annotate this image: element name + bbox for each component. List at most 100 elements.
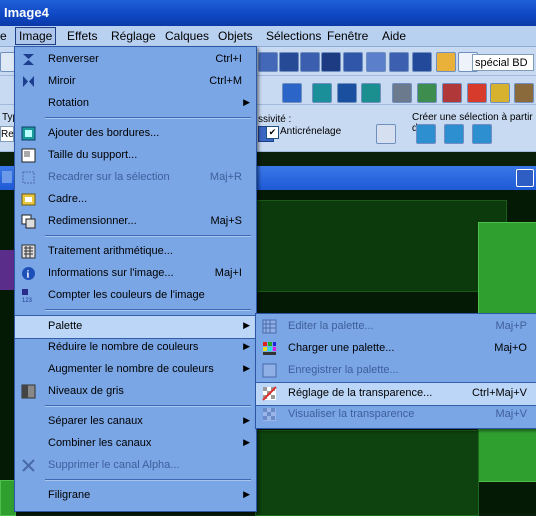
tool-icon-6[interactable]	[366, 52, 386, 72]
tool-icon-r2-2[interactable]	[312, 83, 332, 103]
svg-text:123: 123	[22, 298, 33, 303]
submenu-arrow-icon: ▶	[243, 97, 250, 107]
submenu-arrow-icon: ▶	[243, 437, 250, 447]
menu-effets[interactable]: Effets	[67, 29, 97, 43]
add-borders-icon	[21, 126, 36, 141]
menu-item-ajouter-bordures[interactable]: Ajouter des bordures...	[15, 123, 256, 145]
arithmetic-icon	[21, 244, 36, 259]
flip-vertical-icon	[21, 52, 36, 67]
tool-icon-8[interactable]	[412, 52, 432, 72]
tool-icon-r2-7[interactable]	[442, 83, 462, 103]
image-icon[interactable]	[436, 52, 456, 72]
menu-edit[interactable]: e	[0, 29, 7, 43]
submenu-item-charger-palette[interactable]: Charger une palette... Maj+O	[256, 338, 536, 360]
submenu-item-reglage-transparence[interactable]: Réglage de la transparence... Ctrl+Maj+V	[256, 382, 536, 406]
menu-aide[interactable]: Aide	[382, 29, 406, 43]
menu-item-palette[interactable]: Palette ▶	[15, 315, 256, 339]
selection-mode-2-icon[interactable]	[444, 124, 464, 144]
partial-dropdown[interactable]: Re	[0, 126, 14, 142]
submenu-arrow-icon: ▶	[243, 489, 250, 499]
transparency-settings-icon	[262, 386, 277, 401]
resize-icon	[21, 214, 36, 229]
grid-icon[interactable]	[389, 52, 409, 72]
minimize-icon[interactable]	[516, 169, 534, 187]
palette-submenu: Editer la palette... Maj+P Charger une p…	[255, 313, 536, 429]
tool-icon-r2-3[interactable]	[337, 83, 357, 103]
layer-selection-icon[interactable]	[472, 124, 492, 144]
tool-icon-r2-4[interactable]	[361, 83, 381, 103]
tool-icon-r2-1[interactable]	[282, 83, 302, 103]
selection-mode-1-icon[interactable]	[416, 124, 436, 144]
submenu-item-visualiser-transparence[interactable]: Visualiser la transparence Maj+V	[256, 404, 536, 426]
frame-icon	[21, 192, 36, 207]
menu-item-reduire-couleurs[interactable]: Réduire le nombre de couleurs ▶	[15, 337, 256, 359]
edit-palette-icon	[262, 319, 277, 334]
delete-alpha-icon	[21, 458, 36, 473]
menu-item-miroir[interactable]: Miroir Ctrl+M	[15, 71, 256, 93]
menu-item-compter-couleurs[interactable]: 123 Compter les couleurs de l'image	[15, 285, 256, 307]
antialias-checkbox[interactable]: ✔	[266, 126, 279, 139]
antialias-label: Anticrénelage	[280, 126, 342, 137]
tool-icon-2[interactable]	[279, 52, 299, 72]
menu-separator	[45, 117, 251, 119]
canvas-shape-5	[0, 250, 14, 290]
menu-item-combiner-canaux[interactable]: Combiner les canaux ▶	[15, 433, 256, 455]
special-dropdown[interactable]: spécial BD	[472, 54, 534, 71]
submenu-arrow-icon: ▶	[243, 341, 250, 351]
menu-item-cadre[interactable]: Cadre...	[15, 189, 256, 211]
info-icon: i	[21, 266, 36, 281]
menu-item-filigrane[interactable]: Filigrane ▶	[15, 485, 256, 507]
menu-item-niveaux-gris[interactable]: Niveaux de gris	[15, 381, 256, 403]
tool-icon-r2-9[interactable]	[490, 83, 510, 103]
menu-separator	[45, 405, 251, 407]
menu-calques[interactable]: Calques	[165, 29, 209, 43]
submenu-item-editer-palette[interactable]: Editer la palette... Maj+P	[256, 316, 536, 338]
menu-separator	[45, 235, 251, 237]
tool-icon-r2-5[interactable]	[392, 83, 412, 103]
tool-icon-r2-8[interactable]	[467, 83, 487, 103]
submenu-item-enregistrer-palette[interactable]: Enregistrer la palette...	[256, 360, 536, 382]
menu-reglage[interactable]: Réglage	[111, 29, 156, 43]
menu-item-supprimer-alpha[interactable]: Supprimer le canal Alpha...	[15, 455, 256, 477]
menu-item-rotation[interactable]: Rotation ▶	[15, 93, 256, 115]
svg-text:i: i	[27, 270, 30, 281]
menu-item-informations[interactable]: i Informations sur l'image... Maj+I	[15, 263, 256, 285]
passivite-label: ssivité :	[258, 114, 292, 125]
tool-icon-5[interactable]	[343, 52, 363, 72]
tool-icon-r2-10[interactable]	[514, 83, 534, 103]
title-bar: Image4	[0, 0, 536, 26]
image-menu: Renverser Ctrl+I Miroir Ctrl+M Rotation …	[14, 46, 257, 512]
view-transparency-icon	[262, 407, 277, 422]
submenu-arrow-icon: ▶	[243, 415, 250, 425]
menu-bar: e Image Effets Réglage Calques Objets Sé…	[0, 26, 536, 47]
menu-item-redimensionner[interactable]: Redimensionner... Maj+S	[15, 211, 256, 233]
window-title: Image4	[4, 5, 49, 20]
canvas-size-icon	[21, 148, 36, 163]
tool-icon-1[interactable]	[258, 52, 278, 72]
menu-selections[interactable]: Sélections	[266, 29, 321, 43]
menu-fenetre[interactable]: Fenêtre	[327, 29, 368, 43]
tool-icon-r2-6[interactable]	[417, 83, 437, 103]
menu-item-augmenter-couleurs[interactable]: Augmenter le nombre de couleurs ▶	[15, 359, 256, 381]
crop-icon	[21, 170, 36, 185]
tool-icon-4[interactable]	[321, 52, 341, 72]
menu-item-traitement-arithmetique[interactable]: Traitement arithmétique...	[15, 241, 256, 263]
save-palette-icon	[262, 363, 277, 378]
menu-separator	[45, 309, 251, 311]
canvas-shape-3	[255, 430, 479, 516]
document-icon	[2, 171, 12, 183]
menu-objets[interactable]: Objets	[218, 29, 253, 43]
menu-item-recadrer[interactable]: Recadrer sur la sélection Maj+R	[15, 167, 256, 189]
selection-tool-icon[interactable]	[376, 124, 396, 144]
greyscale-icon	[21, 384, 36, 399]
tool-icon-3[interactable]	[300, 52, 320, 72]
submenu-arrow-icon: ▶	[243, 320, 250, 330]
submenu-arrow-icon: ▶	[243, 363, 250, 373]
mirror-icon	[21, 74, 36, 89]
load-palette-icon	[262, 341, 277, 356]
menu-image[interactable]: Image	[15, 27, 57, 45]
menu-item-taille-support[interactable]: Taille du support...	[15, 145, 256, 167]
menu-item-separer-canaux[interactable]: Séparer les canaux ▶	[15, 411, 256, 433]
count-colors-icon: 123	[21, 288, 36, 304]
menu-item-renverser[interactable]: Renverser Ctrl+I	[15, 49, 256, 71]
